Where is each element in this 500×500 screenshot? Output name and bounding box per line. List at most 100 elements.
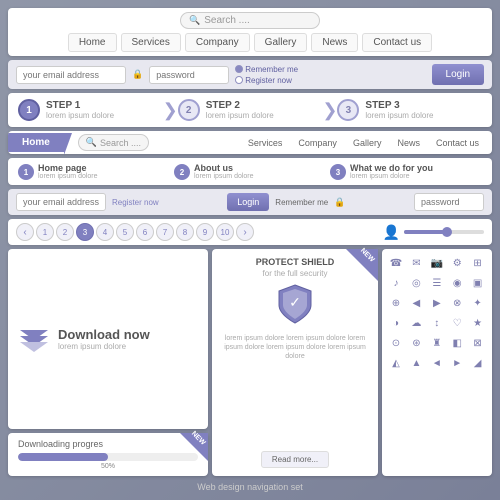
email-input-1[interactable] [16, 66, 126, 84]
remember-section: Remember me Register now [235, 65, 298, 85]
pagination-row: ‹ 1 2 3 4 5 6 7 8 9 10 › 👤 [8, 219, 492, 245]
step-arrow-1: ❯ [163, 100, 178, 121]
page-link-3-label: What we do for you [350, 163, 433, 173]
icon-13[interactable]: ⊗ [449, 295, 465, 311]
nav2-news[interactable]: News [390, 135, 427, 151]
search-icon: 🔍 [189, 15, 200, 26]
icon-1[interactable]: ✉ [408, 255, 424, 271]
search-placeholder-1: Search .... [204, 15, 250, 26]
person-icon: 👤 [383, 224, 400, 241]
nav2-company[interactable]: Company [291, 135, 344, 151]
icon-27[interactable]: ◄ [429, 355, 445, 371]
shield-title: PROTECT SHIELD for the full security [256, 257, 335, 279]
page-1[interactable]: 1 [36, 223, 54, 241]
login-button-2[interactable]: Login [227, 193, 269, 211]
icon-4[interactable]: ⊞ [470, 255, 486, 271]
icon-16[interactable]: ☁ [408, 315, 424, 331]
page-2[interactable]: 2 [56, 223, 74, 241]
search-box-1[interactable]: 🔍 Search .... [180, 12, 320, 29]
icons-grid-card: ☎✉ 📷⚙ ⊞ ♪◎ ☰◉ ▣ ⊕◀ ▶⊗ ✦ ◑☁ ↕♡ ★ ⊙⊛ ♜◧ ⊠ ◭▲ ◄► ◢ [382, 249, 492, 476]
tab-contact[interactable]: Contact us [362, 33, 432, 52]
slider-fill [404, 230, 444, 234]
download-text: Download now lorem ipsum dolore [58, 327, 150, 351]
slider-thumb[interactable] [442, 227, 452, 237]
step-2-label: STEP 2 [206, 100, 274, 111]
email-input-2[interactable] [16, 193, 106, 211]
shield-desc: lorem ipsum dolore lorem ipsum dolore lo… [220, 334, 370, 361]
page-5[interactable]: 5 [116, 223, 134, 241]
register-now-2[interactable]: Register now [112, 198, 159, 207]
nav2-gallery[interactable]: Gallery [346, 135, 389, 151]
remember-me-2: Remember me [275, 198, 328, 207]
nav2-contact[interactable]: Contact us [429, 135, 486, 151]
page-link-1-info: Home page lorem ipsum dolore [38, 163, 98, 180]
shield-card: NEW PROTECT SHIELD for the full security… [212, 249, 378, 476]
icon-15[interactable]: ◑ [388, 315, 404, 331]
search-box-2[interactable]: 🔍 Search .... [78, 134, 149, 151]
login-button-1[interactable]: Login [432, 64, 484, 85]
icon-7[interactable]: ☰ [429, 275, 445, 291]
icon-5[interactable]: ♪ [388, 275, 404, 291]
icon-3[interactable]: ⚙ [449, 255, 465, 271]
radio-remember [235, 65, 243, 73]
page-8[interactable]: 8 [176, 223, 194, 241]
shield-subtitle: for the full security [263, 269, 328, 278]
icon-24[interactable]: ⊠ [470, 335, 486, 351]
icon-14[interactable]: ✦ [470, 295, 486, 311]
tab-gallery[interactable]: Gallery [254, 33, 308, 52]
page-9[interactable]: 9 [196, 223, 214, 241]
bottom-section: Download now lorem ipsum dolore NEW Down… [8, 249, 492, 476]
icon-9[interactable]: ▣ [470, 275, 486, 291]
icon-12[interactable]: ▶ [429, 295, 445, 311]
tab-company[interactable]: Company [185, 33, 250, 52]
download-card: Download now lorem ipsum dolore [8, 249, 208, 429]
icon-10[interactable]: ⊕ [388, 295, 404, 311]
nav2-services[interactable]: Services [241, 135, 290, 151]
icon-26[interactable]: ▲ [408, 355, 424, 371]
icon-18[interactable]: ♡ [449, 315, 465, 331]
step-3-label: STEP 3 [365, 100, 433, 111]
progress-fill [18, 453, 108, 461]
svg-text:✓: ✓ [289, 294, 301, 310]
page-7[interactable]: 7 [156, 223, 174, 241]
login-bar-1: 🔒 Remember me Register now Login [8, 60, 492, 89]
icon-23[interactable]: ◧ [449, 335, 465, 351]
icon-11[interactable]: ◀ [408, 295, 424, 311]
icon-22[interactable]: ♜ [429, 335, 445, 351]
tab-services[interactable]: Services [121, 33, 181, 52]
page-link-2-label: About us [194, 163, 254, 173]
icon-20[interactable]: ⊙ [388, 335, 404, 351]
page-prev[interactable]: ‹ [16, 223, 34, 241]
page-4[interactable]: 4 [96, 223, 114, 241]
page-3[interactable]: 3 [76, 223, 94, 241]
icon-19[interactable]: ★ [470, 315, 486, 331]
step-arrow-2: ❯ [322, 100, 337, 121]
password-input-2[interactable] [414, 193, 484, 211]
icon-2[interactable]: 📷 [429, 255, 445, 271]
icon-17[interactable]: ↕ [429, 315, 445, 331]
page-6[interactable]: 6 [136, 223, 154, 241]
page-10[interactable]: 10 [216, 223, 234, 241]
page-link-1-label: Home page [38, 163, 98, 173]
step-num-1: 1 [18, 99, 40, 121]
read-more-button[interactable]: Read more... [261, 451, 329, 468]
remember-me-item[interactable]: Remember me [235, 65, 298, 74]
icon-29[interactable]: ◢ [470, 355, 486, 371]
step-3-sub: lorem ipsum dolore [365, 111, 433, 120]
icon-25[interactable]: ◭ [388, 355, 404, 371]
slider-area: 👤 [383, 224, 484, 241]
nav-home-active[interactable]: Home [8, 133, 64, 152]
icon-28[interactable]: ► [449, 355, 465, 371]
slider-track[interactable] [404, 230, 484, 234]
register-item[interactable]: Register now [235, 76, 298, 85]
shield-svg: ✓ [277, 283, 313, 325]
tab-news[interactable]: News [311, 33, 358, 52]
password-input-1[interactable] [149, 66, 229, 84]
icon-21[interactable]: ⊛ [408, 335, 424, 351]
icon-6[interactable]: ◎ [408, 275, 424, 291]
bottom-left: Download now lorem ipsum dolore NEW Down… [8, 249, 208, 476]
tab-home[interactable]: Home [68, 33, 117, 52]
page-next[interactable]: › [236, 223, 254, 241]
icon-0[interactable]: ☎ [388, 255, 404, 271]
icon-8[interactable]: ◉ [449, 275, 465, 291]
